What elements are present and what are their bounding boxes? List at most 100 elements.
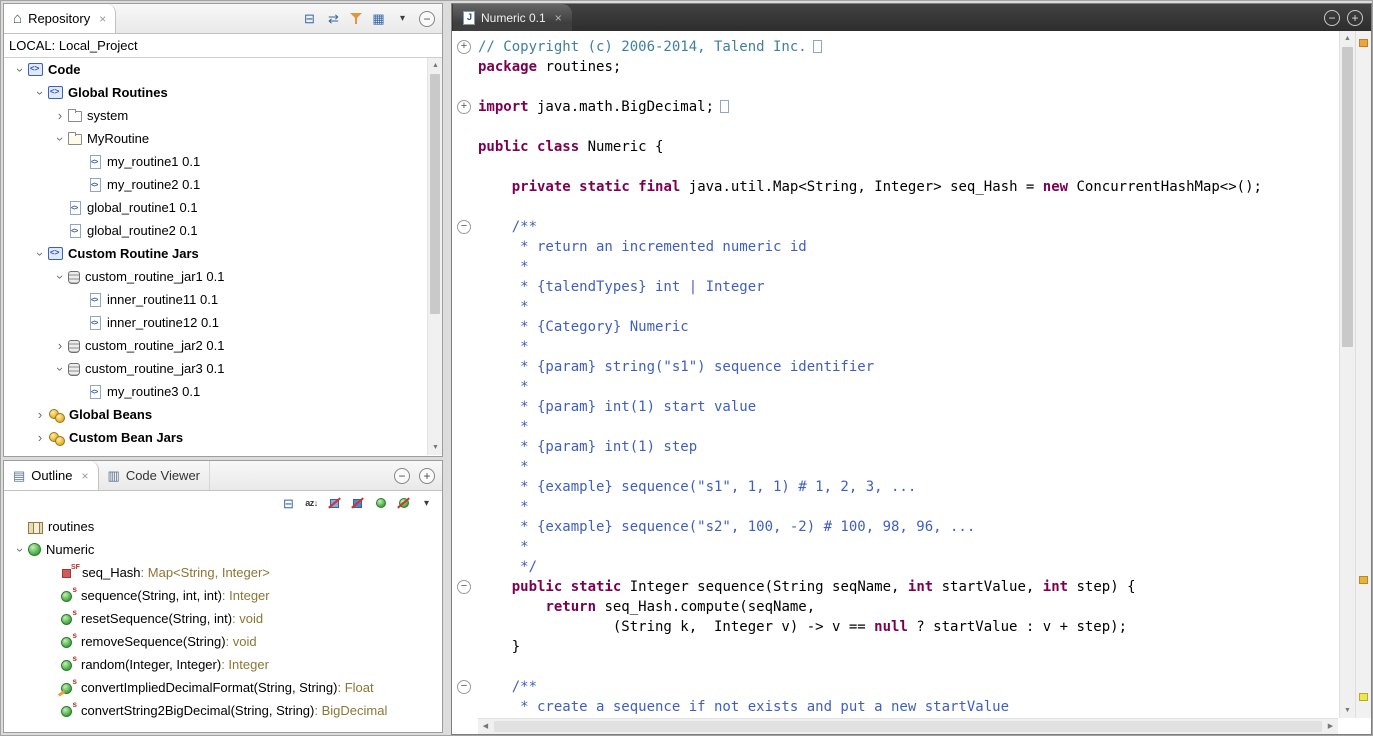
editor-horizontal-scrollbar[interactable]: ◀ ▶ bbox=[478, 718, 1338, 734]
expand-arrow-icon[interactable]: › bbox=[33, 246, 47, 262]
minimize-editor-icon[interactable]: − bbox=[1324, 10, 1340, 26]
hide-non-public-members-icon[interactable] bbox=[373, 496, 388, 511]
collapsed-code-indicator[interactable] bbox=[720, 100, 729, 113]
scroll-up-icon[interactable]: ▲ bbox=[1340, 31, 1355, 46]
annotation-marker[interactable] bbox=[1359, 576, 1368, 584]
code-line: * {param} int(1) start value bbox=[478, 397, 1338, 417]
tree-item-custom-routine-jar2-0-1[interactable]: ›custom_routine_jar2 0.1 bbox=[4, 334, 427, 357]
collapsed-code-indicator[interactable] bbox=[813, 40, 822, 53]
scrollbar-thumb[interactable] bbox=[494, 721, 1322, 732]
outline-item-removesequence[interactable]: ›removeSequence(String) : void bbox=[4, 630, 441, 653]
hide-local-types-icon[interactable] bbox=[396, 496, 411, 511]
expand-arrow-icon[interactable]: › bbox=[53, 269, 67, 285]
tree-item-my-routine2-0-1[interactable]: ›my_routine2 0.1 bbox=[4, 173, 427, 196]
outline-item-convertstring2bigdecimal[interactable]: ›convertString2BigDecimal(String, String… bbox=[4, 699, 441, 722]
scroll-left-icon[interactable]: ◀ bbox=[478, 719, 493, 734]
maximize-editor-icon[interactable]: + bbox=[1347, 10, 1363, 26]
code-line: * {talendTypes} int | Integer bbox=[478, 277, 1338, 297]
fold-collapse-icon[interactable]: − bbox=[457, 680, 471, 694]
outline-item-seq-hash[interactable]: ›seq_Hash : Map<String, Integer> bbox=[4, 561, 441, 584]
tree-item-inner-routine11-0-1[interactable]: ›inner_routine11 0.1 bbox=[4, 288, 427, 311]
expand-arrow-icon[interactable]: › bbox=[13, 542, 27, 558]
annotation-marker[interactable] bbox=[1359, 693, 1368, 701]
expand-arrow-icon[interactable]: › bbox=[53, 361, 67, 377]
repository-scrollbar[interactable]: ▲ ▼ bbox=[427, 58, 442, 455]
tree-item-global-routines[interactable]: ›Global Routines bbox=[4, 81, 427, 104]
editor-body: + + − − − // Copyright (c) 2006-2014, Talend… bbox=[452, 31, 1371, 718]
method-icon bbox=[61, 637, 72, 648]
tree-item-global-routine2-0-1[interactable]: ›global_routine2 0.1 bbox=[4, 219, 427, 242]
tree-item-global-beans[interactable]: ›Global Beans bbox=[4, 403, 427, 426]
collapse-all-icon[interactable]: ⊟ bbox=[281, 496, 296, 511]
close-icon[interactable]: × bbox=[99, 12, 106, 26]
expand-arrow-icon[interactable]: › bbox=[32, 408, 48, 422]
field-icon bbox=[62, 569, 71, 578]
minimize-view-icon[interactable]: − bbox=[394, 468, 410, 484]
minimize-view-icon[interactable]: − bbox=[419, 11, 435, 27]
editor-tab-numeric[interactable]: Numeric 0.1 × bbox=[453, 4, 572, 31]
tree-item-my-routine3-0-1[interactable]: ›my_routine3 0.1 bbox=[4, 380, 427, 403]
sort-icon[interactable]: az↓ bbox=[304, 496, 319, 511]
expand-arrow-icon[interactable]: › bbox=[13, 62, 27, 78]
scroll-right-icon[interactable]: ▶ bbox=[1323, 719, 1338, 734]
routine-file-icon bbox=[463, 11, 475, 25]
fold-collapse-icon[interactable]: − bbox=[457, 220, 471, 234]
outline-item-sequence[interactable]: ›sequence(String, int, int) : Integer bbox=[4, 584, 441, 607]
scroll-down-icon[interactable]: ▼ bbox=[428, 440, 443, 455]
expand-arrow-icon[interactable]: › bbox=[52, 339, 68, 353]
view-menu-icon[interactable]: ▾ bbox=[419, 496, 434, 511]
filter-icon[interactable] bbox=[350, 12, 362, 25]
code-line: * bbox=[478, 457, 1338, 477]
tree-item-custom-routine-jars[interactable]: ›Custom Routine Jars bbox=[4, 242, 427, 265]
editor-vertical-scrollbar[interactable]: ▲ ▼ bbox=[1339, 31, 1355, 718]
tree-item-inner-routine12-0-1[interactable]: ›inner_routine12 0.1 bbox=[4, 311, 427, 334]
hide-fields-icon[interactable] bbox=[327, 496, 342, 511]
collapse-all-icon[interactable]: ⊟ bbox=[302, 11, 317, 26]
fold-collapse-icon[interactable]: − bbox=[457, 580, 471, 594]
outline-item-type: : Integer bbox=[221, 657, 269, 672]
scroll-up-icon[interactable]: ▲ bbox=[428, 58, 443, 73]
repository-toolbar: ⊟ ⇄ ▦ ▾ − bbox=[302, 4, 442, 33]
code-line bbox=[478, 157, 1338, 177]
code-area[interactable]: // Copyright (c) 2006-2014, Talend Inc.p… bbox=[478, 37, 1338, 718]
tree-item-myroutine[interactable]: ›MyRoutine bbox=[4, 127, 427, 150]
class-icon bbox=[28, 543, 41, 556]
tree-item-custom-routine-jar1-0-1[interactable]: ›custom_routine_jar1 0.1 bbox=[4, 265, 427, 288]
view-menu-icon[interactable]: ▾ bbox=[395, 11, 410, 26]
outline-item-type: : Integer bbox=[222, 588, 270, 603]
scroll-down-icon[interactable]: ▼ bbox=[1340, 703, 1355, 718]
tree-item-global-routine1-0-1[interactable]: ›global_routine1 0.1 bbox=[4, 196, 427, 219]
tree-item-custom-bean-jars[interactable]: ›Custom Bean Jars bbox=[4, 426, 427, 449]
outline-item-routines[interactable]: ›routines bbox=[4, 515, 441, 538]
table-view-icon[interactable]: ▦ bbox=[371, 11, 386, 26]
tree-item-custom-routine-jar3-0-1[interactable]: ›custom_routine_jar3 0.1 bbox=[4, 357, 427, 380]
expand-arrow-icon[interactable]: › bbox=[33, 85, 47, 101]
tree-item-label: my_routine2 0.1 bbox=[107, 177, 200, 192]
expand-arrow-icon[interactable]: › bbox=[32, 431, 48, 445]
close-icon[interactable]: × bbox=[555, 11, 562, 25]
close-icon[interactable]: × bbox=[82, 469, 89, 483]
scrollbar-thumb[interactable] bbox=[1342, 47, 1353, 347]
annotation-marker[interactable] bbox=[1359, 39, 1368, 47]
hide-static-members-icon[interactable] bbox=[350, 496, 365, 511]
refresh-icon[interactable]: ⇄ bbox=[326, 11, 341, 26]
outline-item-numeric[interactable]: ›Numeric bbox=[4, 538, 441, 561]
code-line: * bbox=[478, 537, 1338, 557]
tab-outline[interactable]: ▤ Outline × bbox=[4, 461, 99, 490]
tree-item-code[interactable]: ›Code bbox=[4, 58, 427, 81]
code-line: * {example} sequence("s2", 100, -2) # 10… bbox=[478, 517, 1338, 537]
tab-repository[interactable]: ⌂ Repository × bbox=[4, 4, 116, 33]
tree-item-my-routine1-0-1[interactable]: ›my_routine1 0.1 bbox=[4, 150, 427, 173]
outline-item-resetsequence[interactable]: ›resetSequence(String, int) : void bbox=[4, 607, 441, 630]
tab-code-viewer[interactable]: ▥ Code Viewer bbox=[99, 461, 211, 490]
fold-expand-icon[interactable]: + bbox=[457, 40, 471, 54]
outline-item-random[interactable]: ›random(Integer, Integer) : Integer bbox=[4, 653, 441, 676]
code-line bbox=[478, 657, 1338, 677]
outline-item-convertimplieddecimalformat[interactable]: ›convertImpliedDecimalFormat(String, Str… bbox=[4, 676, 441, 699]
fold-expand-icon[interactable]: + bbox=[457, 100, 471, 114]
maximize-view-icon[interactable]: + bbox=[419, 468, 435, 484]
expand-arrow-icon[interactable]: › bbox=[53, 131, 67, 147]
scrollbar-thumb[interactable] bbox=[430, 74, 440, 314]
expand-arrow-icon[interactable]: › bbox=[52, 109, 68, 123]
tree-item-system[interactable]: ›system bbox=[4, 104, 427, 127]
